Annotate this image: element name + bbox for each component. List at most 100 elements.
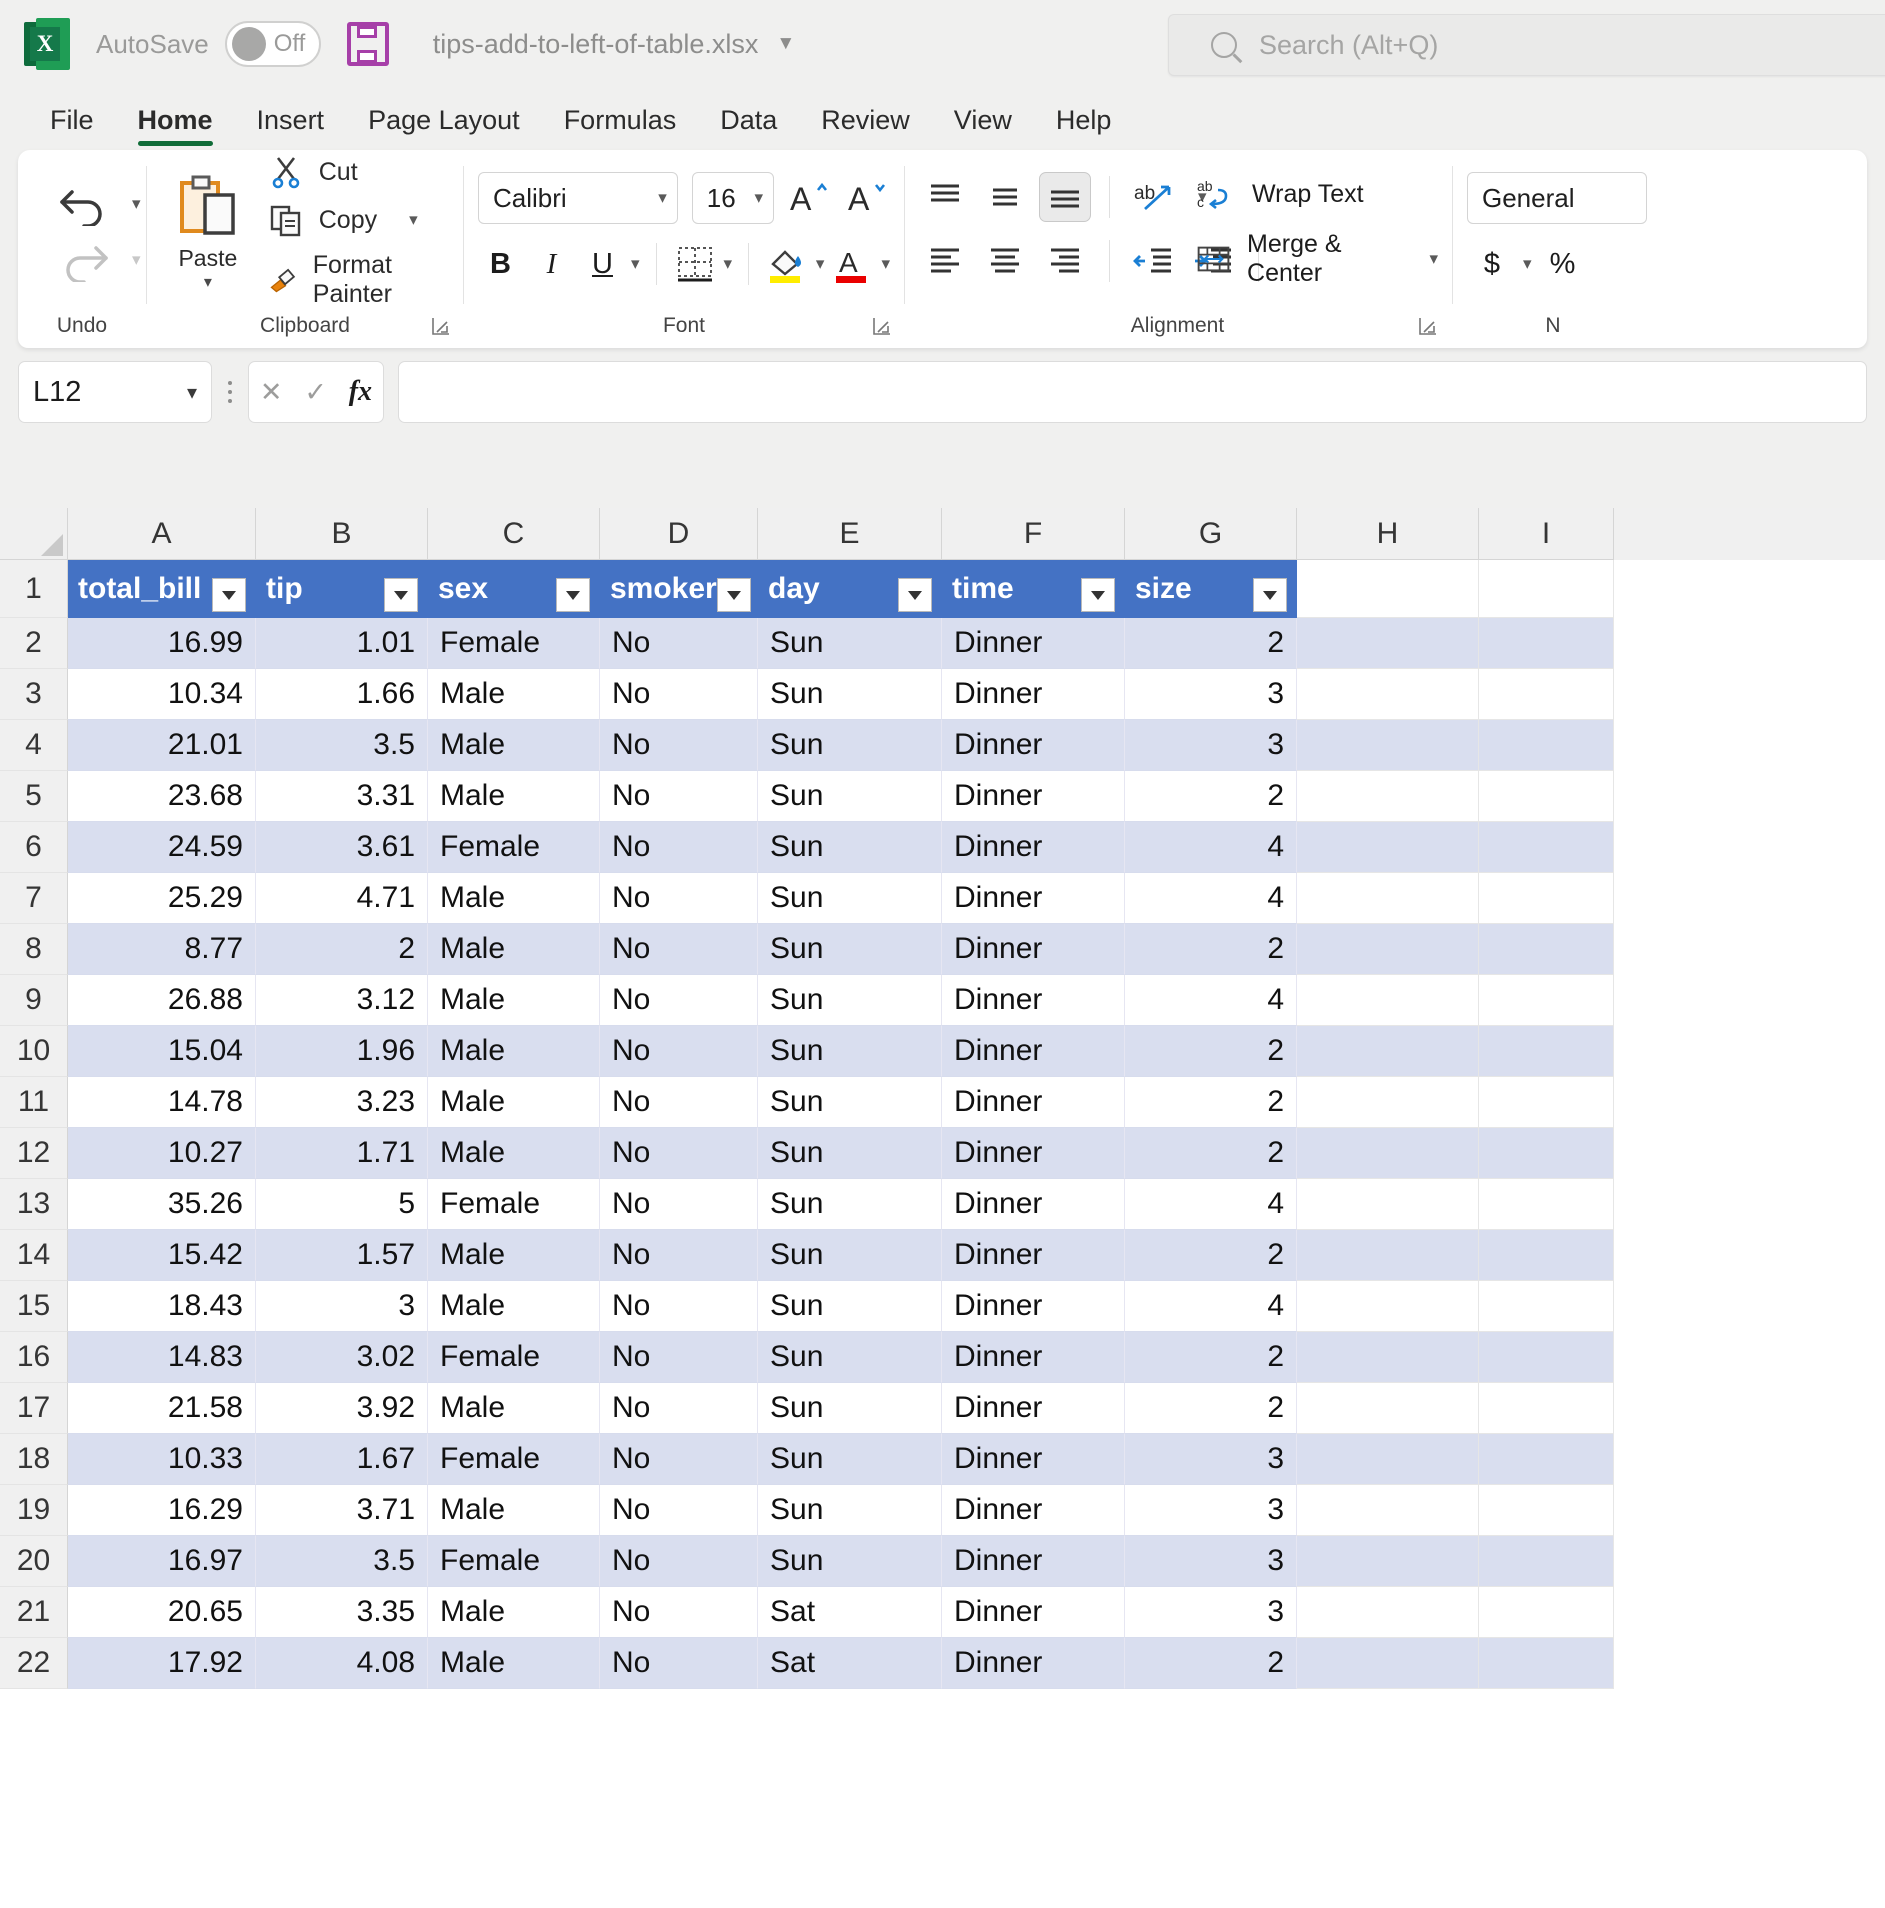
paste-dropdown-icon[interactable]: ▾ (204, 272, 212, 292)
cell-E7[interactable]: Sun (758, 873, 942, 924)
cell-B22[interactable]: 4.08 (256, 1638, 428, 1689)
cell-C12[interactable]: Male (428, 1128, 600, 1179)
cell-H14[interactable] (1297, 1230, 1479, 1281)
cell-D20[interactable]: No (600, 1536, 758, 1587)
row-header-11[interactable]: 11 (0, 1077, 68, 1128)
cell-C11[interactable]: Male (428, 1077, 600, 1128)
tab-home[interactable]: Home (116, 105, 235, 150)
cell-E8[interactable]: Sun (758, 924, 942, 975)
cell-E17[interactable]: Sun (758, 1383, 942, 1434)
cell-F15[interactable]: Dinner (942, 1281, 1125, 1332)
cell-F7[interactable]: Dinner (942, 873, 1125, 924)
cell-E13[interactable]: Sun (758, 1179, 942, 1230)
font-color-dropdown-icon[interactable]: ▾ (881, 254, 890, 274)
merge-center-button[interactable]: Merge & Center ▾ (1196, 230, 1438, 288)
cell-A9[interactable]: 26.88 (68, 975, 256, 1026)
italic-button[interactable]: I (529, 240, 574, 288)
cell-I6[interactable] (1479, 822, 1614, 873)
row-header-8[interactable]: 8 (0, 924, 68, 975)
tab-help[interactable]: Help (1034, 105, 1134, 150)
cell-H17[interactable] (1297, 1383, 1479, 1434)
column-header-g[interactable]: G (1125, 508, 1297, 560)
cell-F22[interactable]: Dinner (942, 1638, 1125, 1689)
cell-H15[interactable] (1297, 1281, 1479, 1332)
cell-G22[interactable]: 2 (1125, 1638, 1297, 1689)
cell-H7[interactable] (1297, 873, 1479, 924)
tab-file[interactable]: File (28, 105, 116, 150)
save-icon[interactable] (347, 22, 389, 66)
cell-E20[interactable]: Sun (758, 1536, 942, 1587)
cell-I11[interactable] (1479, 1077, 1614, 1128)
filter-dropdown-icon-time[interactable] (1081, 578, 1115, 612)
cell-E21[interactable]: Sat (758, 1587, 942, 1638)
font-dialog-launcher-icon[interactable] (872, 316, 894, 338)
row-header-22[interactable]: 22 (0, 1638, 68, 1689)
column-header-c[interactable]: C (428, 508, 600, 560)
fill-color-button[interactable] (765, 240, 810, 288)
cell-F3[interactable]: Dinner (942, 669, 1125, 720)
cell-B13[interactable]: 5 (256, 1179, 428, 1230)
cell-G4[interactable]: 3 (1125, 720, 1297, 771)
underline-dropdown-icon[interactable]: ▾ (631, 254, 640, 274)
cell-G18[interactable]: 3 (1125, 1434, 1297, 1485)
select-all-corner[interactable] (0, 508, 68, 560)
font-size-select[interactable]: 16 ▾ (692, 172, 774, 224)
cell-E16[interactable]: Sun (758, 1332, 942, 1383)
cell-B8[interactable]: 2 (256, 924, 428, 975)
empty-cell[interactable] (1479, 560, 1614, 618)
cell-B18[interactable]: 1.67 (256, 1434, 428, 1485)
filter-dropdown-icon-total_bill[interactable] (212, 578, 246, 612)
cell-G7[interactable]: 4 (1125, 873, 1297, 924)
cut-button[interactable]: Cut (269, 155, 449, 189)
cell-D21[interactable]: No (600, 1587, 758, 1638)
wrap-text-button[interactable]: ab c Wrap Text (1196, 176, 1438, 212)
cell-D18[interactable]: No (600, 1434, 758, 1485)
cell-C6[interactable]: Female (428, 822, 600, 873)
row-header-10[interactable]: 10 (0, 1026, 68, 1077)
cell-D4[interactable]: No (600, 720, 758, 771)
cell-D9[interactable]: No (600, 975, 758, 1026)
filter-dropdown-icon-sex[interactable] (556, 578, 590, 612)
cell-E2[interactable]: Sun (758, 618, 942, 669)
cell-I13[interactable] (1479, 1179, 1614, 1230)
cell-B21[interactable]: 3.35 (256, 1587, 428, 1638)
cell-F11[interactable]: Dinner (942, 1077, 1125, 1128)
cell-D13[interactable]: No (600, 1179, 758, 1230)
cell-I10[interactable] (1479, 1026, 1614, 1077)
cell-F5[interactable]: Dinner (942, 771, 1125, 822)
bold-button[interactable]: B (478, 240, 523, 288)
cell-H9[interactable] (1297, 975, 1479, 1026)
number-format-select[interactable]: General (1467, 172, 1647, 224)
cell-E4[interactable]: Sun (758, 720, 942, 771)
cell-A12[interactable]: 10.27 (68, 1128, 256, 1179)
cell-G15[interactable]: 4 (1125, 1281, 1297, 1332)
currency-dropdown-icon[interactable]: ▾ (1523, 254, 1532, 274)
cell-E12[interactable]: Sun (758, 1128, 942, 1179)
filter-dropdown-icon-tip[interactable] (384, 578, 418, 612)
tab-insert[interactable]: Insert (235, 105, 347, 150)
cell-F12[interactable]: Dinner (942, 1128, 1125, 1179)
cell-I8[interactable] (1479, 924, 1614, 975)
align-left-button[interactable] (919, 236, 971, 286)
cell-G11[interactable]: 2 (1125, 1077, 1297, 1128)
cell-C3[interactable]: Male (428, 669, 600, 720)
cell-H11[interactable] (1297, 1077, 1479, 1128)
align-middle-button[interactable] (979, 172, 1031, 222)
cell-H22[interactable] (1297, 1638, 1479, 1689)
cell-I22[interactable] (1479, 1638, 1614, 1689)
row-header-12[interactable]: 12 (0, 1128, 68, 1179)
cell-H18[interactable] (1297, 1434, 1479, 1485)
cell-F10[interactable]: Dinner (942, 1026, 1125, 1077)
column-header-f[interactable]: F (942, 508, 1125, 560)
cell-G5[interactable]: 2 (1125, 771, 1297, 822)
cell-H2[interactable] (1297, 618, 1479, 669)
row-header-7[interactable]: 7 (0, 873, 68, 924)
cell-E18[interactable]: Sun (758, 1434, 942, 1485)
cell-F17[interactable]: Dinner (942, 1383, 1125, 1434)
column-header-e[interactable]: E (758, 508, 942, 560)
row-header-6[interactable]: 6 (0, 822, 68, 873)
percent-button[interactable]: % (1538, 240, 1588, 288)
cell-F13[interactable]: Dinner (942, 1179, 1125, 1230)
cell-D7[interactable]: No (600, 873, 758, 924)
cell-A15[interactable]: 18.43 (68, 1281, 256, 1332)
